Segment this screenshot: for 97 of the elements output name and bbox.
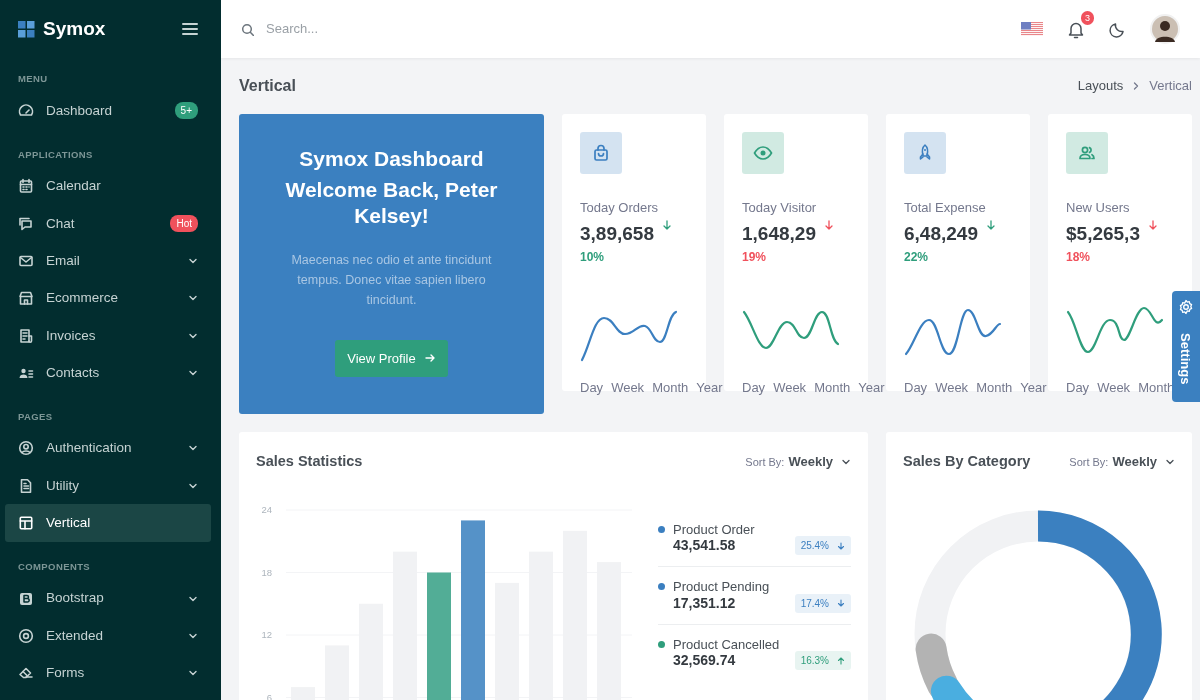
welcome-title: Symox Dashboard	[298, 146, 485, 172]
sidebar-item[interactable]: Calendar	[5, 167, 211, 206]
period-tab[interactable]: Week	[1097, 378, 1131, 398]
store-icon	[18, 290, 34, 307]
chat-icon	[18, 215, 34, 232]
stat-label: Today Orders	[580, 199, 660, 217]
section-heading: MENU	[17, 72, 49, 86]
flag-icon[interactable]	[1021, 22, 1043, 36]
stat-value: 1,648,29	[742, 221, 816, 246]
stat-label: Total Expense	[904, 199, 987, 217]
stat-value: $5,265,3	[1066, 221, 1140, 246]
period-tab[interactable]: Year	[858, 378, 885, 398]
sidebar-item[interactable]: Utility	[5, 467, 211, 505]
period-tab[interactable]: Day	[904, 378, 928, 398]
stat-change: 10%	[580, 249, 606, 266]
stat-value: 6,48,249	[904, 221, 978, 246]
section-heading: COMPONENTS	[17, 559, 92, 574]
period-tab[interactable]: Week	[611, 378, 645, 398]
legend-value: 17,351.12	[672, 594, 736, 613]
document-icon	[18, 477, 34, 494]
logo-icon	[18, 20, 35, 38]
sidebar-item[interactable]: Dashboard 5+	[5, 92, 211, 130]
dashboard-icon	[18, 102, 34, 119]
legend-label: Product Order	[673, 520, 755, 539]
arrow-up-icon	[837, 656, 845, 665]
period-tab[interactable]: Month	[814, 378, 851, 398]
stat-label: New Users	[1066, 199, 1131, 217]
legend-value: 43,541.58	[672, 536, 736, 555]
sort-label: Sort By:	[1069, 454, 1109, 470]
breadcrumb-item: Vertical	[1149, 77, 1192, 96]
stat-label: Today Visitor	[742, 199, 818, 217]
arrow-down-icon	[837, 599, 845, 607]
period-tab[interactable]: Month	[652, 378, 689, 398]
moon-icon[interactable]	[1109, 20, 1126, 38]
sidebar-item[interactable]: Chat Hot	[5, 205, 211, 243]
period-tab[interactable]: Year	[696, 378, 723, 398]
sidebar-item[interactable]: Extended	[5, 617, 211, 655]
breadcrumb-item[interactable]: Layouts	[1077, 76, 1124, 96]
bell-icon[interactable]	[1067, 20, 1085, 39]
legend-value: 32,569.74	[672, 651, 736, 670]
shopping-bag-icon	[591, 143, 611, 163]
period-tab[interactable]: Day	[580, 378, 604, 398]
period-tab[interactable]: Year	[1020, 378, 1047, 398]
period-tab[interactable]: Day	[742, 378, 766, 398]
eye-icon	[753, 143, 773, 163]
sidebar-item[interactable]: Forms	[5, 654, 211, 692]
sidebar-item[interactable]: Email	[5, 242, 211, 280]
section-heading: PAGES	[17, 409, 54, 424]
sidebar-item[interactable]: Vertical	[5, 504, 211, 542]
period-tab[interactable]: Week	[935, 378, 969, 398]
section-heading: APPLICATIONS	[17, 147, 94, 162]
bootstrap-icon	[18, 590, 34, 607]
layout-icon	[18, 515, 34, 532]
change-badge: 17.4%	[794, 593, 851, 613]
user-circle-icon	[18, 440, 34, 457]
sort-dropdown[interactable]: Weekly	[1112, 452, 1175, 472]
legend-label: Product Cancelled	[673, 635, 780, 654]
change-badge: 25.4%	[794, 536, 851, 555]
period-tab[interactable]: Month	[976, 378, 1013, 398]
sidebar-item[interactable]: Ecommerce	[5, 279, 211, 317]
calendar-icon	[18, 178, 34, 195]
sidebar-badge: 5+	[174, 102, 198, 120]
settings-tab[interactable]: Settings	[1172, 291, 1200, 402]
sidebar-item[interactable]: Bootstrap	[5, 579, 211, 618]
avatar[interactable]	[1150, 14, 1180, 44]
view-profile-button[interactable]: View Profile	[335, 339, 448, 378]
axis-label: 12	[261, 628, 272, 640]
period-tab[interactable]: Day	[1066, 378, 1090, 398]
sort-label: Sort By:	[745, 454, 785, 470]
sidebar-item[interactable]: Invoices	[5, 317, 211, 355]
sidebar-item[interactable]: Contacts	[5, 354, 211, 392]
welcome-text: Maecenas nec odio et ante tincidunt tempus. Donec vitae sapien libero tincidunt.	[290, 251, 493, 309]
welcome-subtitle: Welcome Back, Peter Kelsey!	[284, 177, 499, 230]
search-icon	[241, 22, 254, 36]
notification-badge: 3	[1081, 11, 1094, 26]
brand-name: Symox	[43, 16, 106, 41]
page-title: Vertical	[239, 76, 296, 96]
sort-dropdown[interactable]: Weekly	[788, 452, 851, 472]
invoice-icon	[18, 327, 34, 344]
target-icon	[18, 627, 34, 644]
axis-label: 6	[266, 691, 272, 700]
stat-change: 22%	[904, 249, 930, 266]
sidebar-item[interactable]: Authentication	[5, 429, 211, 468]
stat-change: 19%	[742, 249, 768, 266]
period-tab[interactable]: Week	[773, 378, 807, 398]
legend-label: Product Pending	[673, 578, 770, 596]
card-title: Sales Statistics	[256, 453, 363, 471]
axis-label: 18	[261, 566, 272, 577]
sidebar-badge: Hot	[170, 215, 198, 233]
arrow-down-icon	[837, 541, 845, 550]
stat-change: 18%	[1066, 249, 1092, 266]
settings-icon	[1178, 299, 1194, 315]
card-title: Sales By Category	[903, 453, 1031, 471]
stat-value: 3,89,658	[580, 221, 654, 246]
menu-icon[interactable]	[182, 21, 198, 37]
change-badge: 16.3%	[794, 651, 851, 670]
axis-label: 24	[261, 503, 272, 515]
